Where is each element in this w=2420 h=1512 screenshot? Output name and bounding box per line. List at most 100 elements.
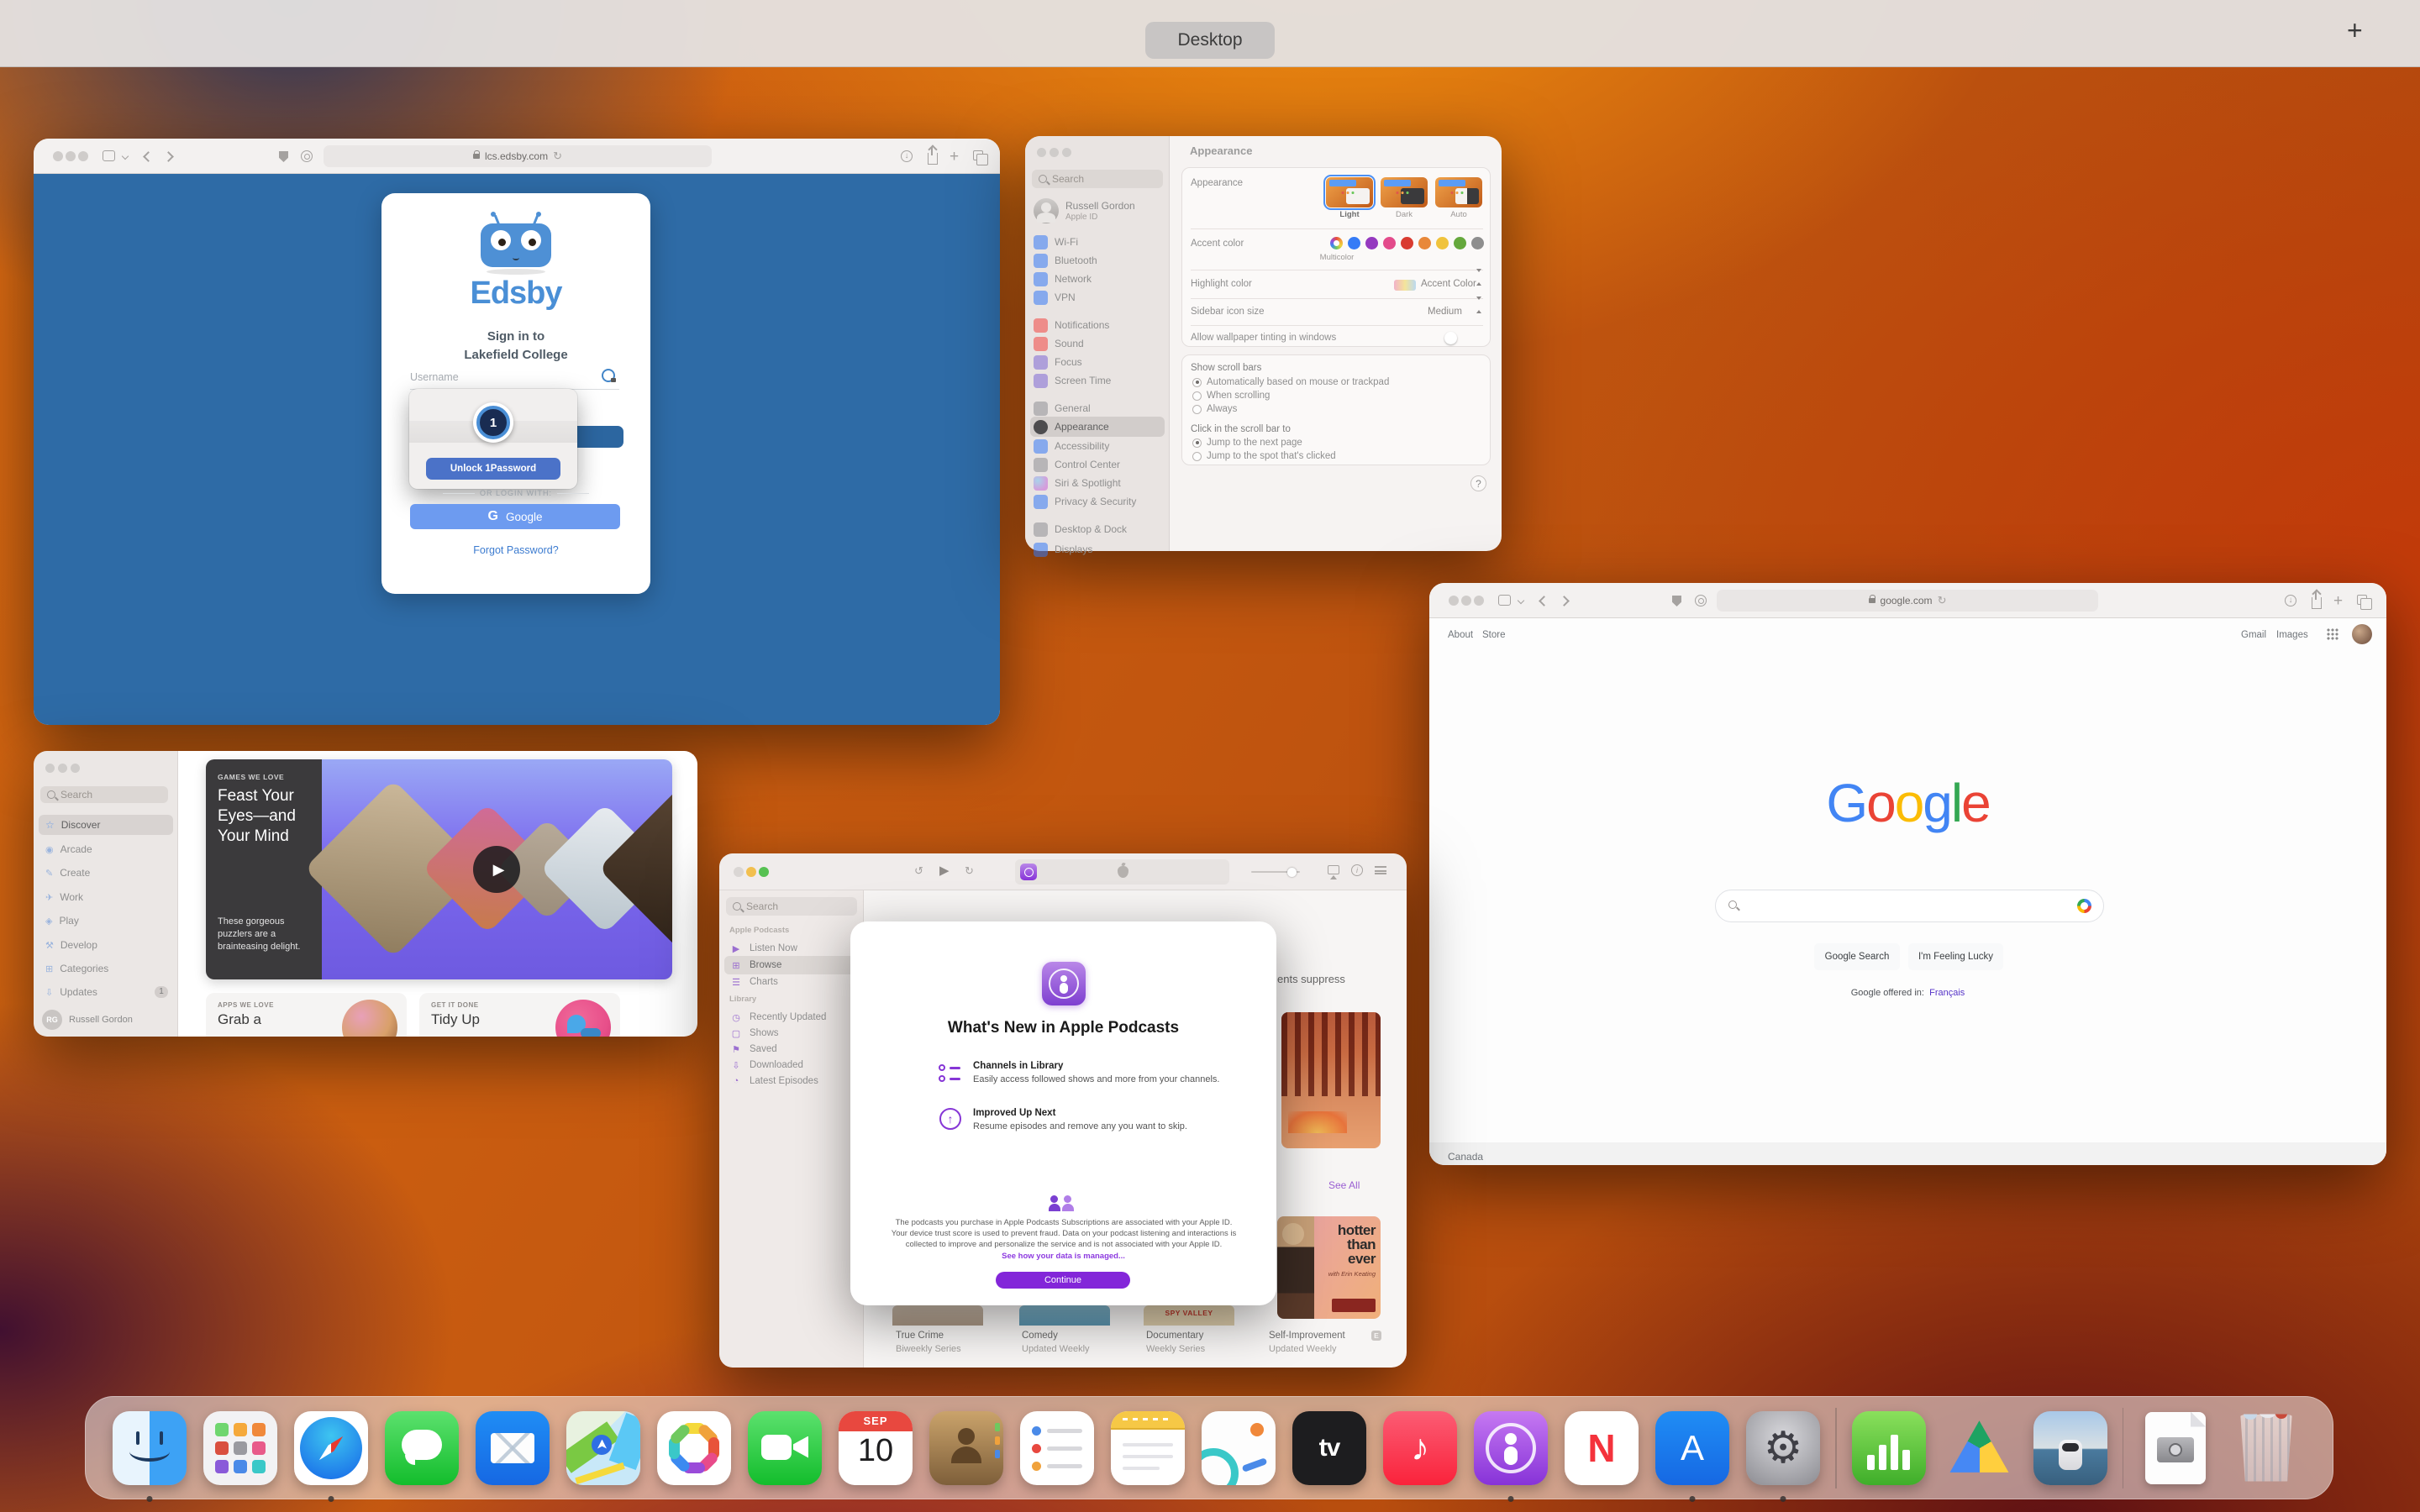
tile-genre[interactable]: True Crime [896,1331,944,1341]
share-icon[interactable] [928,153,938,165]
new-tab-icon[interactable]: + [950,149,959,165]
radio-when-scrolling[interactable]: When scrolling [1192,391,1270,401]
sidebar-item-discover[interactable]: ☆Discover [45,816,100,834]
tab-overview-icon[interactable] [2357,595,2367,605]
sidebar-item-wifi[interactable]: Wi-Fi [1034,233,1078,251]
sidebar-toggle-icon[interactable] [103,150,115,161]
dock-app-store[interactable]: A [1649,1404,1736,1492]
radio-next-page[interactable]: Jump to the next page [1192,438,1302,448]
sidebar-toggle-icon[interactable] [1498,595,1511,606]
accent-color-swatch-red[interactable] [1401,237,1413,249]
accent-color-swatch-graphite[interactable] [1471,237,1484,249]
share-icon[interactable] [2312,597,2322,609]
google-safari-window[interactable]: google.com ↻ ↓ + About Store Gmail Image… [1429,583,2386,1165]
sidebar-item-network[interactable]: Network [1034,270,1092,288]
tile-art-comedy[interactable] [1019,1305,1110,1326]
show-artwork[interactable] [1281,1012,1381,1148]
dock-freeform[interactable] [1195,1404,1282,1492]
dock-contacts[interactable] [923,1404,1010,1492]
privacy-shield-icon[interactable] [279,151,288,162]
chevron-down-icon[interactable] [122,153,129,160]
reload-icon[interactable]: ↻ [553,150,562,163]
show-artwork-hotter[interactable]: hotterthanever with Erin Keating [1277,1216,1381,1319]
appearance-auto-thumb[interactable] [1435,177,1482,207]
language-link[interactable]: Français [1929,988,1965,998]
avatar[interactable] [1034,198,1059,223]
highlight-value[interactable]: Accent Color [1421,279,1476,289]
zoom-button[interactable] [759,867,769,877]
sidebar-item-appearance[interactable]: Appearance [1034,417,1109,436]
dock-maps[interactable] [560,1404,647,1492]
tile-genre[interactable]: Documentary [1146,1331,1203,1341]
sidebar-item-displays[interactable]: Displays [1034,540,1092,559]
sidebar-item-accessibility[interactable]: Accessibility [1034,437,1109,455]
continue-button[interactable]: Continue [996,1272,1130,1289]
sidebar-item-listen-now[interactable]: ▶Listen Now [729,939,797,958]
podcasts-window[interactable]: ↺ ▶ ↻ i Search Apple Podcasts ▶Listen No… [719,853,1407,1368]
dock-facetime[interactable] [741,1404,829,1492]
sidebar-item-arcade[interactable]: ◉Arcade [45,840,92,858]
nav-store[interactable]: Store [1482,630,1506,640]
dock-safari[interactable] [287,1404,375,1492]
close-button[interactable] [53,151,63,161]
see-all-link[interactable]: See All [1328,1179,1360,1191]
close-button[interactable] [45,764,55,773]
dock-disk-image[interactable] [2132,1404,2219,1492]
edsby-safari-window[interactable]: lcs.edsby.com ↻ ↓ + [34,139,1000,725]
podcasts-search-input[interactable]: Search [726,897,857,916]
dock-news[interactable]: N [1558,1404,1645,1492]
sidebar-item-latest-episodes[interactable]: ◔Latest Episodes [729,1072,818,1090]
privacy-link[interactable]: See how your data is managed... [850,1252,1276,1261]
sidebar-item-desktop-dock[interactable]: Desktop & Dock [1034,520,1127,538]
minimize-button[interactable] [66,151,76,161]
nav-gmail[interactable]: Gmail [2241,630,2266,640]
onepassword-field-icon[interactable] [602,369,615,382]
sidebar-item-categories[interactable]: ⊞Categories [45,959,108,978]
sidebar-item-focus[interactable]: Focus [1034,353,1082,371]
list-icon[interactable] [1375,866,1386,874]
sidebar-item-vpn[interactable]: VPN [1034,288,1076,307]
google-search-button[interactable]: Google Search [1814,943,1900,970]
close-button[interactable] [1037,148,1046,157]
radio-always[interactable]: Always [1192,404,1237,414]
google-search-input[interactable] [1715,890,2104,922]
google-login-button[interactable]: G Google [410,504,620,529]
address-bar[interactable]: lcs.edsby.com ↻ [324,145,712,167]
sidebar-size-value[interactable]: Medium [1428,307,1462,317]
accent-color-swatch-pink[interactable] [1383,237,1396,249]
close-button[interactable] [734,867,744,877]
dock-photos[interactable] [650,1404,738,1492]
replay-icon[interactable]: ↺ [914,865,923,876]
extension-icon[interactable] [1695,595,1707,606]
new-tab-icon[interactable]: + [2333,593,2343,609]
nav-about[interactable]: About [1448,630,1473,640]
airplay-icon[interactable] [1328,865,1339,874]
avatar[interactable]: RG [42,1010,62,1030]
sidebar-item-control-center[interactable]: Control Center [1034,455,1120,474]
appearance-dark-thumb[interactable] [1381,177,1428,207]
minimize-button[interactable] [1461,596,1471,606]
google-lens-icon[interactable] [2077,899,2091,913]
dock-photo-stack[interactable] [2027,1404,2114,1492]
volume-slider[interactable] [1251,871,1300,873]
dock-numbers[interactable] [1845,1404,1933,1492]
help-button[interactable]: ? [1470,475,1486,491]
apps-we-love-card[interactable]: APPS WE LOVE Grab a [206,993,407,1037]
feeling-lucky-button[interactable]: I'm Feeling Lucky [1908,943,2003,970]
minimize-button[interactable] [746,867,756,877]
dock-mail[interactable] [469,1404,556,1492]
forward-icon[interactable] [163,151,174,162]
sidebar-item-sound[interactable]: Sound [1034,334,1084,353]
dock-podcasts[interactable] [1467,1404,1555,1492]
dock-music[interactable]: ♪ [1376,1404,1464,1492]
login-button[interactable] [577,426,623,448]
accent-color-swatch-blue[interactable] [1348,237,1360,249]
chevron-down-icon[interactable] [1518,597,1524,604]
dock-messages[interactable] [378,1404,466,1492]
appearance-light-thumb[interactable] [1326,177,1373,207]
privacy-shield-icon[interactable] [1672,596,1681,606]
sidebar-item-general[interactable]: General [1034,399,1091,417]
sidebar-item-create[interactable]: ✎Create [45,864,90,882]
forgot-password-link[interactable]: Forgot Password? [381,544,650,556]
sidebar-item-work[interactable]: ✈Work [45,888,83,906]
